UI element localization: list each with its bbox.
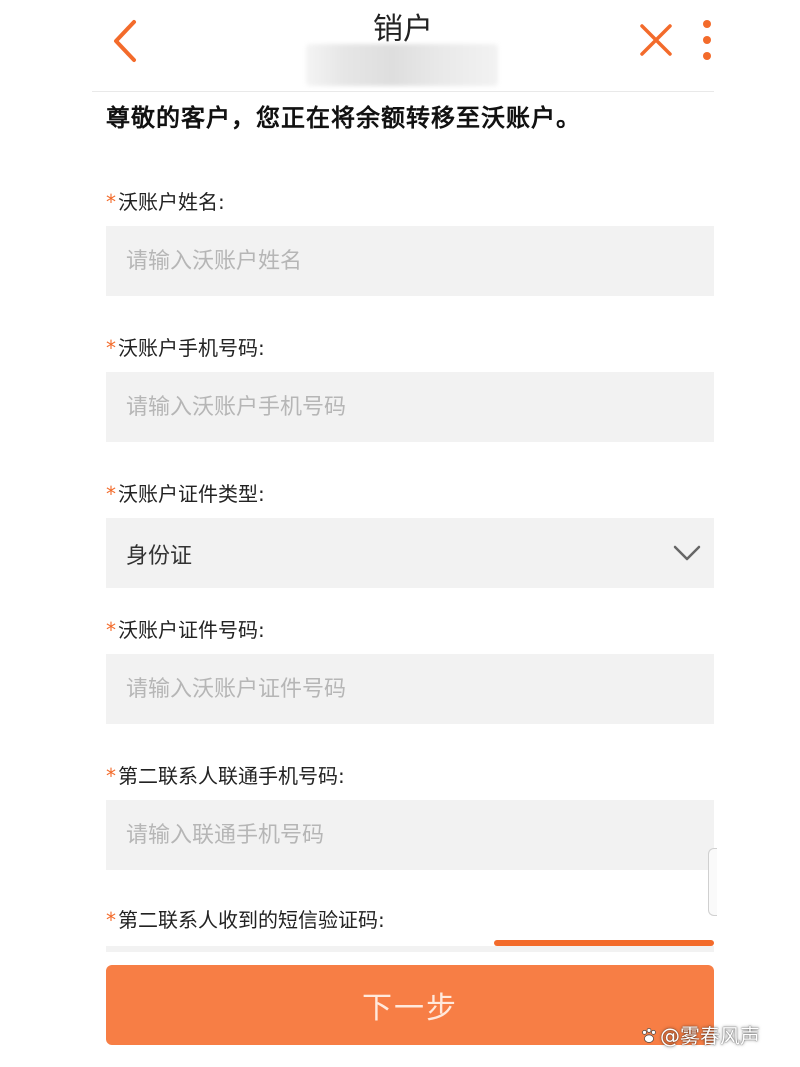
- required-mark: *: [106, 764, 116, 788]
- notice-text: 尊敬的客户，您正在将余额转移至沃账户。: [106, 104, 581, 132]
- field-label-name: * 沃账户姓名:: [106, 186, 225, 215]
- right-margin: [714, 0, 800, 1067]
- side-drag-handle[interactable]: [708, 848, 717, 916]
- close-button[interactable]: [636, 20, 676, 60]
- name-input[interactable]: [106, 226, 714, 296]
- header-divider: [92, 91, 714, 92]
- chevron-down-icon: [673, 545, 701, 561]
- field-label-contact-phone: * 第二联系人联通手机号码:: [106, 760, 345, 789]
- watermark-text: @雾春风声: [660, 1024, 760, 1048]
- close-icon: [640, 24, 672, 56]
- required-mark: *: [106, 336, 116, 360]
- left-margin: [0, 0, 92, 1067]
- id-type-value: 身份证: [126, 544, 193, 569]
- contact-phone-input[interactable]: [106, 800, 714, 870]
- label-text: 沃账户手机号码:: [118, 336, 265, 360]
- id-number-field-container: [106, 654, 714, 724]
- required-mark: *: [106, 908, 116, 932]
- phone-field-container: [106, 372, 714, 442]
- label-text: 第二联系人收到的短信验证码:: [118, 908, 385, 932]
- field-label-id-number: * 沃账户证件号码:: [106, 614, 265, 643]
- id-number-input[interactable]: [106, 654, 714, 724]
- required-mark: *: [106, 482, 116, 506]
- blurred-subtitle: [306, 44, 498, 86]
- id-type-select[interactable]: 身份证: [106, 518, 714, 588]
- progress-indicator: [494, 940, 714, 946]
- field-label-phone: * 沃账户手机号码:: [106, 332, 265, 361]
- field-label-sms-code: * 第二联系人收到的短信验证码:: [106, 904, 385, 933]
- required-mark: *: [106, 190, 116, 214]
- paw-icon: [642, 1028, 656, 1043]
- required-mark: *: [106, 618, 116, 642]
- page-title: 销户: [373, 12, 433, 47]
- more-button[interactable]: [700, 18, 714, 62]
- label-text: 第二联系人联通手机号码:: [118, 764, 345, 788]
- sms-code-input[interactable]: [106, 946, 714, 952]
- more-vertical-icon: [703, 20, 711, 60]
- next-step-button[interactable]: 下一步: [106, 965, 714, 1045]
- mobile-screen: 销户 尊敬的客户，您正在将余额转移至沃账户。 *沃账户姓名: *沃账户手机号码:: [92, 0, 714, 1067]
- contact-phone-field-container: [106, 800, 714, 870]
- label-text: 沃账户证件类型:: [118, 482, 265, 506]
- label-text: 沃账户姓名:: [118, 190, 225, 214]
- phone-input[interactable]: [106, 372, 714, 442]
- watermark: @雾春风声: [640, 1020, 760, 1049]
- name-field-container: [106, 226, 714, 296]
- field-label-id-type: * 沃账户证件类型:: [106, 478, 265, 507]
- label-text: 沃账户证件号码:: [118, 618, 265, 642]
- header: 销户: [92, 0, 714, 92]
